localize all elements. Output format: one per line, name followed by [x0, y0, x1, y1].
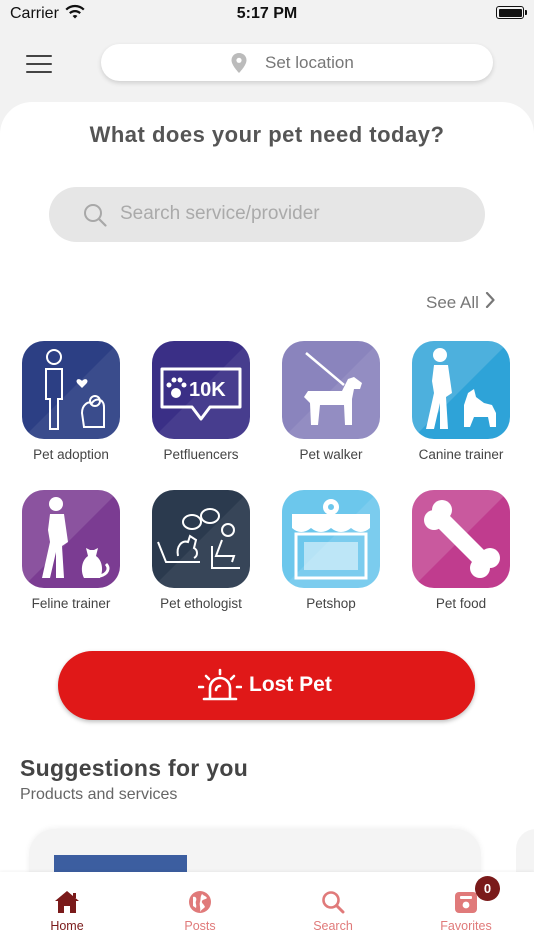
tab-posts[interactable]: Posts [155, 890, 245, 933]
favorites-icon [455, 892, 477, 913]
status-bar: Carrier 5:17 PM [0, 0, 534, 28]
search-icon [322, 891, 345, 914]
category-tile [152, 490, 250, 588]
clock: 5:17 PM [236, 5, 298, 22]
category-tile [282, 341, 380, 439]
tab-favorites[interactable]: Favorites [421, 890, 511, 933]
lost-pet-button[interactable]: Lost Pet [58, 651, 475, 720]
10k-sign-icon: 10K [152, 341, 250, 439]
category-label: Petfluencers [163, 447, 239, 462]
tab-label: Posts [184, 919, 216, 933]
category-tile [412, 341, 510, 439]
category-label: Pet adoption [33, 447, 109, 462]
menu-line [26, 55, 52, 58]
category-petshop[interactable]: Petshop [272, 490, 390, 611]
bone-icon [412, 490, 510, 588]
tab-search[interactable]: Search [288, 890, 378, 933]
category-label: Feline trainer [31, 596, 111, 611]
category-tile [282, 490, 380, 588]
search-icon [84, 204, 107, 227]
see-all-link[interactable]: See All [426, 292, 495, 313]
category-tile [22, 490, 120, 588]
category-pet-food[interactable]: Pet food [402, 490, 520, 611]
favorites-badge: 0 [475, 876, 500, 901]
category-petfluencers[interactable]: 10K Petfluencers [142, 341, 260, 462]
storefront-icon [282, 490, 380, 588]
chevron-right-icon [485, 292, 495, 308]
see-all-label: See All [426, 293, 479, 312]
category-pet-ethologist[interactable]: Pet ethologist [142, 490, 260, 611]
category-label: Pet food [435, 596, 487, 611]
category-canine-trainer[interactable]: Canine trainer [402, 341, 520, 462]
category-label: Pet ethologist [160, 596, 242, 611]
globe-icon [189, 891, 211, 913]
category-pet-adoption[interactable]: Pet adoption [12, 341, 130, 462]
dog-on-leash-icon [282, 341, 380, 439]
tab-home[interactable]: Home [22, 890, 112, 933]
category-label: Petshop [306, 596, 356, 611]
category-feline-trainer[interactable]: Feline trainer [12, 490, 130, 611]
category-tile [412, 490, 510, 588]
category-label: Canine trainer [418, 447, 504, 462]
svg-text:10K: 10K [189, 379, 226, 401]
category-label: Pet walker [299, 447, 363, 462]
menu-line [26, 62, 52, 66]
tab-label: Favorites [440, 919, 492, 933]
page-title: What does your pet need today? [89, 122, 445, 147]
tab-label: Search [313, 919, 353, 933]
battery-icon [496, 6, 527, 19]
menu-button[interactable] [26, 55, 52, 73]
location-pin-icon [231, 53, 247, 73]
trainer-with-dog-icon [412, 341, 510, 439]
lost-pet-label: Lost Pet [249, 673, 332, 696]
category-pet-walker[interactable]: Pet walker [272, 341, 390, 462]
suggestions-title: Suggestions for you [20, 755, 249, 781]
suggestions-subtitle: Products and services [20, 786, 178, 803]
person-dog-heart-icon [22, 341, 120, 439]
trainer-with-cat-icon [22, 490, 120, 588]
search-placeholder: Search service/provider [120, 203, 320, 224]
dog-on-couch-icon [152, 490, 250, 588]
siren-icon [198, 668, 242, 701]
category-tile [22, 341, 120, 439]
location-label: Set location [265, 53, 354, 72]
set-location-button[interactable]: Set location [101, 44, 493, 81]
search-input[interactable]: Search service/provider [49, 187, 485, 242]
home-icon [55, 891, 79, 913]
menu-line [26, 70, 52, 73]
tab-label: Home [50, 919, 84, 933]
category-tile: 10K [152, 341, 250, 439]
tab-bar: Home Posts Search Favorites [0, 872, 534, 950]
